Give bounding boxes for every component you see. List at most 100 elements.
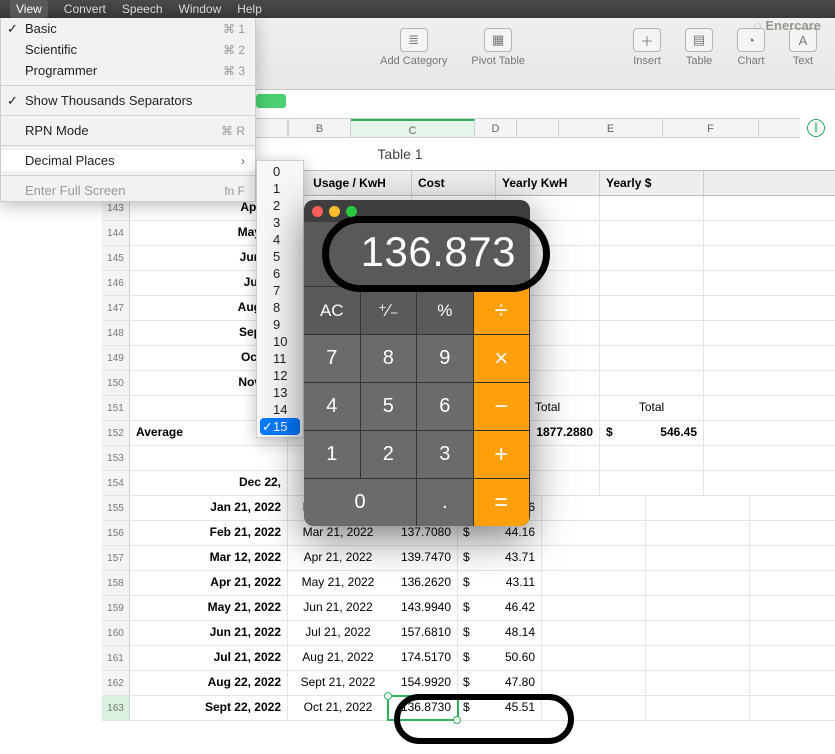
- decimal-option-3[interactable]: 3: [257, 214, 303, 231]
- cell[interactable]: [542, 596, 646, 620]
- add-category-button[interactable]: ≣Add Category: [380, 28, 447, 89]
- decimal-option-7[interactable]: 7: [257, 282, 303, 299]
- cell[interactable]: [646, 621, 750, 645]
- key-ac[interactable]: AC: [304, 286, 361, 334]
- cell[interactable]: Jul 21, 2022: [288, 621, 388, 645]
- insert-button[interactable]: ＋Insert: [633, 28, 661, 89]
- decimal-option-13[interactable]: 13: [257, 384, 303, 401]
- cell[interactable]: $: [458, 696, 472, 720]
- menu-speech[interactable]: Speech: [122, 2, 163, 16]
- row-number[interactable]: 144: [102, 221, 130, 246]
- cell[interactable]: Oct 21, 2022: [288, 696, 388, 720]
- cell[interactable]: [130, 446, 288, 470]
- cell[interactable]: 43.71: [472, 546, 542, 570]
- decimal-option-0[interactable]: 0: [257, 163, 303, 180]
- cell[interactable]: [646, 646, 750, 670]
- cell[interactable]: Aug 21, 2022: [288, 646, 388, 670]
- cell[interactable]: $: [458, 646, 472, 670]
- decimal-option-14[interactable]: 14: [257, 401, 303, 418]
- cell[interactable]: 136.8730: [388, 696, 458, 720]
- cell[interactable]: 50.60: [472, 646, 542, 670]
- cell[interactable]: Dec 22,: [130, 471, 288, 495]
- row-number[interactable]: 157: [102, 546, 130, 571]
- cell[interactable]: Total: [600, 396, 704, 420]
- table-row[interactable]: 162Aug 22, 2022Sept 21, 2022154.9920$47.…: [130, 671, 835, 696]
- key-4[interactable]: 4: [304, 382, 361, 430]
- row-number[interactable]: 155: [102, 496, 130, 521]
- cell[interactable]: 46.42: [472, 596, 542, 620]
- cell[interactable]: May 21, 2022: [288, 571, 388, 595]
- key-subtract[interactable]: −: [474, 382, 531, 430]
- menu-decimal-places[interactable]: Decimal Places›: [1, 150, 255, 171]
- cell[interactable]: [542, 571, 646, 595]
- cell[interactable]: [542, 496, 646, 520]
- menu-thousands[interactable]: ✓Show Thousands Separators: [1, 90, 255, 111]
- cell[interactable]: [646, 496, 750, 520]
- key-add[interactable]: +: [474, 430, 531, 478]
- cell[interactable]: [600, 196, 704, 220]
- cell[interactable]: 48.14: [472, 621, 542, 645]
- decimal-option-1[interactable]: 1: [257, 180, 303, 197]
- key-plusminus[interactable]: ⁺∕₋: [361, 286, 418, 334]
- cell[interactable]: $546.45: [600, 421, 704, 445]
- text-button[interactable]: AText: [789, 28, 817, 89]
- key-0[interactable]: 0: [304, 478, 417, 526]
- cell[interactable]: [542, 646, 646, 670]
- cell[interactable]: $: [458, 596, 472, 620]
- cell[interactable]: [646, 571, 750, 595]
- menu-help[interactable]: Help: [237, 2, 262, 16]
- col-F[interactable]: F: [663, 119, 759, 137]
- cell[interactable]: [600, 246, 704, 270]
- menu-rpn[interactable]: RPN Mode⌘ R: [1, 120, 255, 141]
- cell[interactable]: $: [458, 621, 472, 645]
- key-2[interactable]: 2: [361, 430, 418, 478]
- table-row[interactable]: 160Jun 21, 2022Jul 21, 2022157.6810$48.1…: [130, 621, 835, 646]
- cell[interactable]: [600, 221, 704, 245]
- cell[interactable]: Jun 21, 2022: [288, 596, 388, 620]
- table-row[interactable]: 161Jul 21, 2022Aug 21, 2022174.5170$50.6…: [130, 646, 835, 671]
- key-8[interactable]: 8: [361, 334, 418, 382]
- key-6[interactable]: 6: [417, 382, 474, 430]
- row-number[interactable]: 159: [102, 596, 130, 621]
- cell[interactable]: [600, 321, 704, 345]
- menu-view[interactable]: View: [10, 0, 48, 18]
- decimal-option-4[interactable]: 4: [257, 231, 303, 248]
- decimal-option-10[interactable]: 10: [257, 333, 303, 350]
- cell[interactable]: [542, 546, 646, 570]
- decimal-option-8[interactable]: 8: [257, 299, 303, 316]
- zoom-icon[interactable]: [346, 206, 357, 217]
- cell[interactable]: [646, 696, 750, 720]
- key-9[interactable]: 9: [417, 334, 474, 382]
- key-7[interactable]: 7: [304, 334, 361, 382]
- key-5[interactable]: 5: [361, 382, 418, 430]
- cell[interactable]: 154.9920: [388, 671, 458, 695]
- cell[interactable]: [646, 546, 750, 570]
- cell[interactable]: [600, 446, 704, 470]
- menu-programmer[interactable]: Programmer⌘ 3: [1, 60, 255, 81]
- row-number[interactable]: 161: [102, 646, 130, 671]
- minimize-icon[interactable]: [329, 206, 340, 217]
- table-row[interactable]: 163Sept 22, 2022Oct 21, 2022136.8730$45.…: [130, 696, 835, 721]
- pivot-table-button[interactable]: ▦Pivot Table: [471, 28, 525, 89]
- cell[interactable]: 174.5170: [388, 646, 458, 670]
- key-divide[interactable]: ÷: [474, 286, 531, 334]
- col-D[interactable]: D: [475, 119, 517, 137]
- cell[interactable]: [542, 621, 646, 645]
- cell[interactable]: [542, 671, 646, 695]
- close-icon[interactable]: [312, 206, 323, 217]
- cell[interactable]: Jul 21, 2022: [130, 646, 288, 670]
- key-3[interactable]: 3: [417, 430, 474, 478]
- cell[interactable]: [646, 596, 750, 620]
- add-column-button[interactable]: ∥: [807, 119, 825, 137]
- cell[interactable]: Jan 21, 2022: [130, 496, 288, 520]
- cell[interactable]: $: [458, 571, 472, 595]
- cell[interactable]: $: [458, 671, 472, 695]
- row-number[interactable]: 148: [102, 321, 130, 346]
- key-1[interactable]: 1: [304, 430, 361, 478]
- key-decimal[interactable]: .: [417, 478, 474, 526]
- row-number[interactable]: 150: [102, 371, 130, 396]
- cell[interactable]: $: [458, 546, 472, 570]
- menu-fullscreen[interactable]: Enter Full Screenfn F: [1, 180, 255, 201]
- row-number[interactable]: 153: [102, 446, 130, 471]
- row-number[interactable]: 154: [102, 471, 130, 496]
